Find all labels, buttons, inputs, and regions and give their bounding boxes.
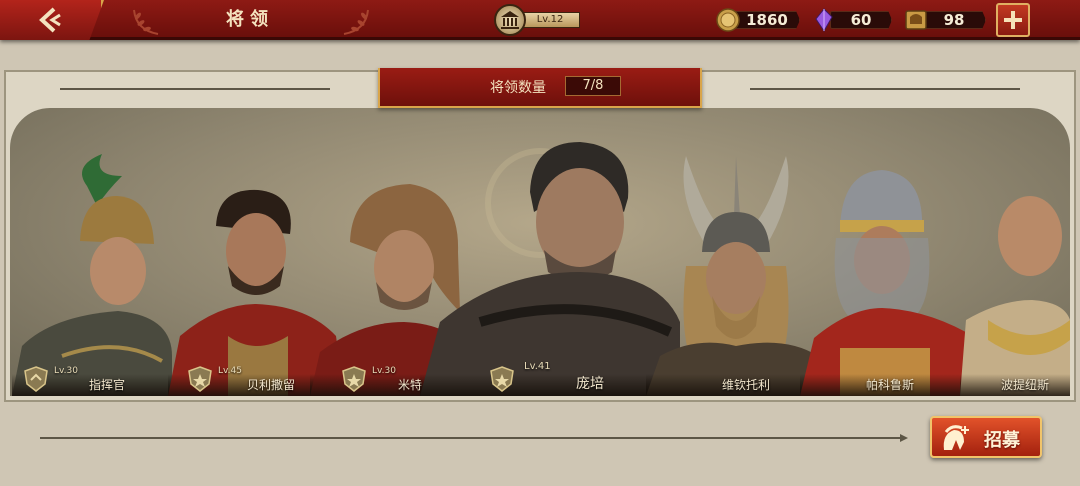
player-level-label: Lv.12 [520,12,580,28]
helmet-token-icon [905,10,927,30]
general-count-value: 7/8 [565,76,621,96]
laurel-icon [133,9,159,35]
recruit-label: 招募 [984,430,1020,451]
laurel-icon [343,9,369,35]
general-card[interactable]: 维钦托利 [646,156,826,396]
general-level: Lv.30 [372,366,396,376]
general-card[interactable]: Lv.30 指挥官 [12,146,172,396]
coin-icon [716,8,740,32]
general-portrait [646,156,826,396]
add-resource-button[interactable] [996,3,1030,37]
gem-resource: 60 [812,8,894,32]
general-level: Lv.30 [54,366,78,376]
general-count-header: 将领数量 7/8 [378,68,702,108]
general-count-label: 将领数量 [490,80,546,96]
general-portrait [800,170,980,396]
spartan-helmet-plus-icon [943,425,969,450]
page-title: 将领 [226,9,274,30]
divider [60,88,330,90]
gem-icon [815,8,833,32]
top-bar: 将领 Lv.12 1860 60 98 [0,0,1080,40]
general-name: 帕科鲁斯 [865,378,914,392]
recruit-button[interactable]: 招募 [930,416,1042,458]
divider [40,434,908,442]
general-card[interactable]: 波提纽斯 [960,190,1070,396]
general-card[interactable]: Lv.41 庞培 [420,142,680,396]
general-name: 波提纽斯 [1000,378,1049,392]
general-portrait [960,196,1070,396]
general-name: 维钦托利 [721,378,770,392]
temple-icon [494,4,526,36]
general-name: 指挥官 [88,378,125,392]
coin-resource: 1860 [716,8,802,32]
token-resource: 98 [904,8,988,32]
general-portrait [12,154,172,396]
token-count: 98 [922,11,986,29]
general-level: Lv.45 [218,366,242,376]
back-button[interactable] [0,0,104,40]
generals-stage: Lv.30 指挥官 Lv.45 贝利撒留 Lv.30 米特 Lv.41 庞培 维… [10,108,1070,396]
general-portrait [420,142,680,396]
plus-icon [1004,11,1022,29]
gem-count: 60 [830,11,892,29]
player-level[interactable]: Lv.12 [494,4,588,36]
general-card[interactable]: 帕科鲁斯 [800,168,980,396]
chevron-left-icon [39,7,61,33]
general-name: 庞培 [576,376,604,392]
general-level: Lv.41 [524,361,551,372]
coin-count: 1860 [734,11,800,29]
divider [750,88,1020,90]
